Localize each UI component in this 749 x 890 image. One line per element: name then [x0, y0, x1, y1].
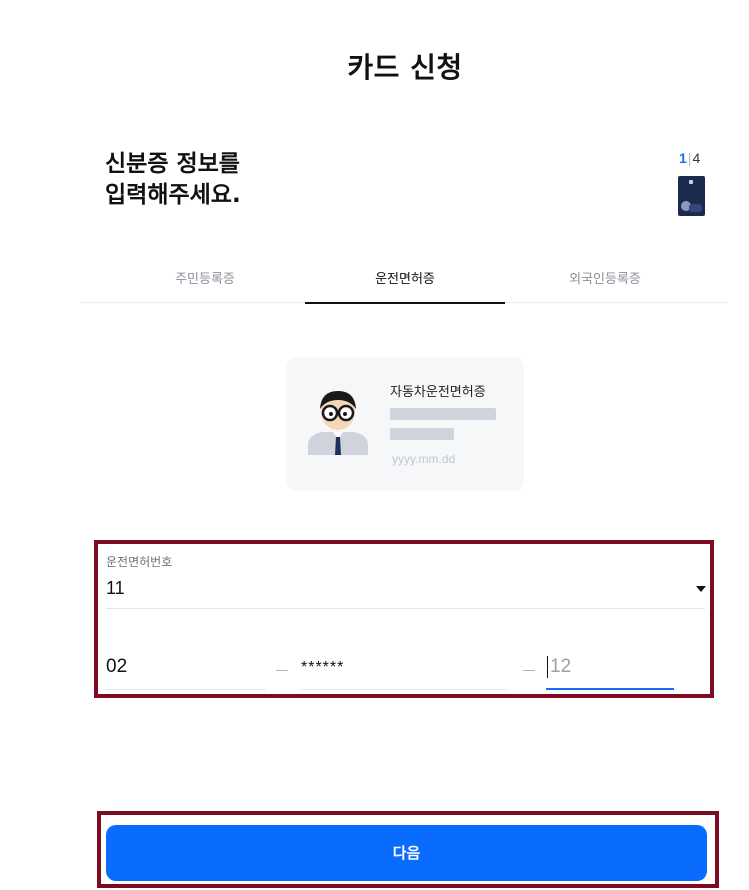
step-indicator: 1|4: [679, 150, 700, 166]
step-total: 4: [692, 150, 701, 166]
license-date-placeholder: yyyy.mm.dd: [392, 452, 456, 466]
region-select[interactable]: 11: [106, 578, 125, 599]
separator-dash: [276, 670, 288, 671]
chevron-down-icon[interactable]: [696, 586, 706, 592]
id-type-tabs: 주민등록증 운전면허증 외국인등록증: [80, 258, 728, 304]
step-separator: |: [687, 150, 692, 166]
page-title: 카드 신청: [347, 51, 463, 84]
license-placeholder-line: [390, 428, 454, 440]
instruction-heading: 신분증 정보를 입력해주세요.: [105, 149, 241, 211]
tab-foreigner-card[interactable]: 외국인등록증: [505, 258, 705, 303]
license-number-label: 운전면허번호: [106, 555, 173, 569]
card-thumbnail-image: [678, 176, 705, 216]
step-current: 1: [679, 150, 687, 166]
tab-driver-license[interactable]: 운전면허증: [305, 258, 505, 304]
license-segment-3-input[interactable]: 12: [547, 656, 571, 678]
tab-resident-card[interactable]: 주민등록증: [105, 258, 305, 303]
next-button[interactable]: 다음: [106, 825, 707, 881]
card-chip-icon: [689, 180, 693, 184]
card-stripe: [689, 204, 702, 212]
segment-3-placeholder: 12: [550, 656, 572, 677]
segment-3-underline: [546, 688, 674, 690]
license-preview-title: 자동차운전면허증: [390, 385, 486, 400]
license-placeholder-line: [390, 408, 496, 420]
license-segment-2-input[interactable]: ******: [301, 659, 344, 677]
heading-line-1: 신분증 정보를: [105, 151, 240, 177]
segment-1-underline: [106, 689, 266, 690]
next-button-container: 다음: [97, 811, 719, 888]
select-underline: [106, 608, 705, 609]
license-segment-1-input[interactable]: 02: [106, 656, 127, 678]
license-number-form: 운전면허번호 11 02 ****** 12: [94, 540, 714, 698]
license-preview-card: 자동차운전면허증 yyyy.mm.dd: [286, 357, 524, 491]
person-avatar-icon: [308, 391, 368, 455]
heading-line-2: 입력해주세요.: [105, 182, 241, 208]
separator-dash: [523, 670, 535, 671]
segment-2-underline: [301, 689, 507, 690]
